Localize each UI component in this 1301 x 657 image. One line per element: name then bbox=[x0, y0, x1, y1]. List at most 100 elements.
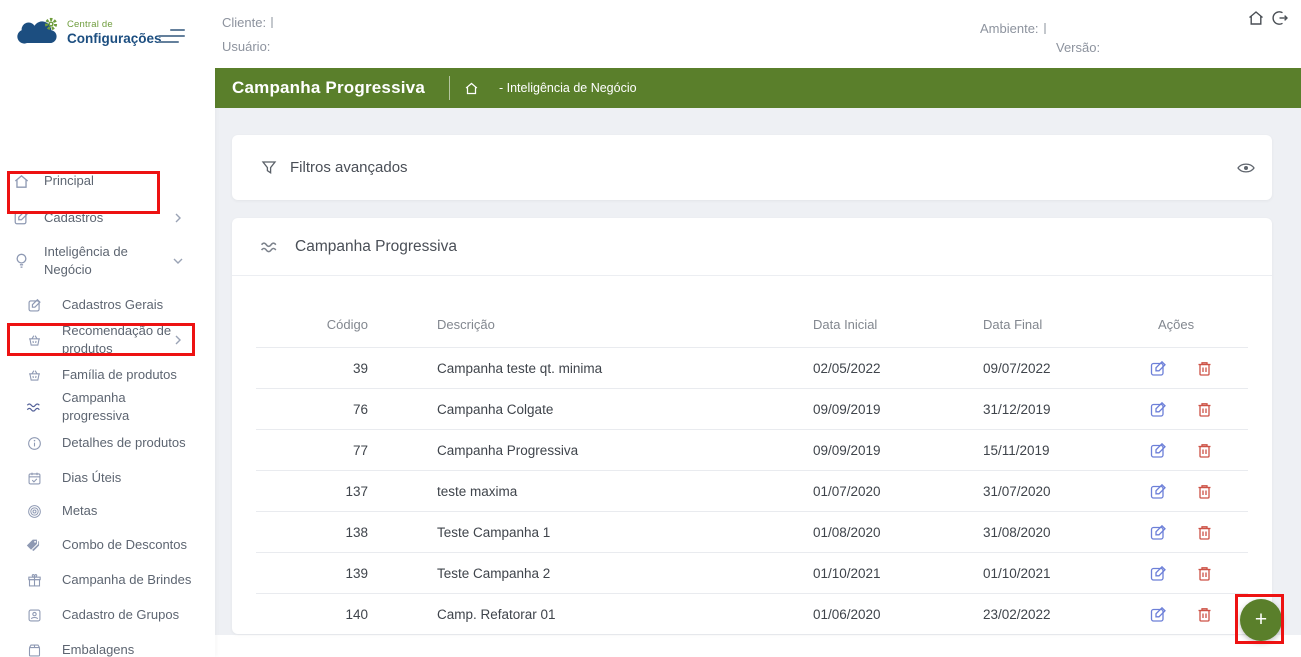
calendar-check-icon bbox=[26, 470, 42, 486]
table-row: 138 Teste Campanha 1 01/08/2020 31/08/20… bbox=[256, 511, 1248, 552]
trash-icon[interactable] bbox=[1196, 606, 1213, 623]
logout-icon[interactable] bbox=[1271, 9, 1289, 27]
sidebar-item-label: Família de produtos bbox=[62, 366, 194, 384]
cell-data-inicial: 09/09/2019 bbox=[813, 443, 983, 458]
gift-icon bbox=[26, 572, 42, 588]
sidebar-item-cadastros-gerais[interactable]: Cadastros Gerais bbox=[0, 295, 215, 315]
sidebar-item-label: Detalhes de produtos bbox=[62, 434, 194, 452]
sidebar-item-label: Cadastro de Grupos bbox=[62, 606, 194, 624]
cell-codigo: 139 bbox=[256, 566, 368, 581]
cell-data-inicial: 01/06/2020 bbox=[813, 607, 983, 622]
topbar: Central de Configurações Cliente: Usuári… bbox=[0, 0, 1301, 68]
chevron-right-icon bbox=[172, 212, 184, 224]
cell-descricao: Campanha Progressiva bbox=[368, 443, 813, 458]
page-header: Campanha Progressiva - Inteligência de N… bbox=[215, 68, 1301, 108]
column-header-descricao: Descrição bbox=[368, 317, 813, 332]
edit-icon[interactable] bbox=[1150, 524, 1167, 541]
cell-data-final: 09/07/2022 bbox=[983, 361, 1150, 376]
sidebar-item-label: Campanha de Brindes bbox=[62, 571, 194, 589]
trash-icon[interactable] bbox=[1196, 524, 1213, 541]
sidebar-item-embalagens[interactable]: Embalagens bbox=[0, 640, 215, 657]
breadcrumb-home-icon[interactable] bbox=[464, 81, 479, 96]
card-title: Campanha Progressiva bbox=[295, 238, 457, 256]
cell-codigo: 138 bbox=[256, 525, 368, 540]
column-header-codigo: Código bbox=[256, 317, 368, 332]
sidebar-item-label: Combo de Descontos bbox=[62, 536, 194, 554]
sidebar-item-label: Principal bbox=[44, 172, 170, 190]
sidebar-item-campanha-de-brindes[interactable]: Campanha de Brindes bbox=[0, 570, 215, 590]
groups-icon bbox=[26, 607, 42, 623]
sidebar-item-principal[interactable]: Principal bbox=[0, 171, 215, 191]
edit-icon[interactable] bbox=[1150, 483, 1167, 500]
cell-data-final: 31/07/2020 bbox=[983, 484, 1150, 499]
cell-data-final: 23/02/2022 bbox=[983, 607, 1150, 622]
sidebar-item-label: Inteligência de Negócio bbox=[44, 243, 170, 278]
advanced-filters-panel[interactable]: Filtros avançados bbox=[232, 135, 1272, 200]
column-header-acoes: Ações bbox=[1150, 317, 1245, 332]
lightbulb-icon bbox=[12, 252, 30, 270]
sidebar-item-dias-uteis[interactable]: Dias Úteis bbox=[0, 468, 215, 488]
content-area: Filtros avançados Campanha Progressiva C… bbox=[215, 108, 1301, 635]
sidebar-item-cadastros[interactable]: Cadastros bbox=[0, 208, 215, 228]
sidebar-item-familia-de-produtos[interactable]: Família de produtos bbox=[0, 365, 215, 385]
cell-data-inicial: 02/05/2022 bbox=[813, 361, 983, 376]
sidebar: Principal Cadastros Inteligência de Negó… bbox=[0, 68, 215, 657]
cell-descricao: teste maxima bbox=[368, 484, 813, 499]
chevron-right-icon bbox=[172, 334, 184, 346]
filter-funnel-icon bbox=[261, 160, 277, 176]
sidebar-item-detalhes-de-produtos[interactable]: Detalhes de produtos bbox=[0, 433, 215, 453]
cell-descricao: Campanha teste qt. minima bbox=[368, 361, 813, 376]
usuario-field: Usuário: bbox=[222, 39, 270, 54]
cell-data-inicial: 01/08/2020 bbox=[813, 525, 983, 540]
trash-icon[interactable] bbox=[1196, 360, 1213, 377]
edit-note-icon bbox=[26, 297, 42, 313]
chevron-down-icon bbox=[172, 255, 184, 267]
trash-icon[interactable] bbox=[1196, 442, 1213, 459]
basket-icon bbox=[26, 332, 42, 348]
sidebar-item-combo-de-descontos[interactable]: Combo de Descontos bbox=[0, 535, 215, 555]
cell-data-final: 15/11/2019 bbox=[983, 443, 1150, 458]
edit-icon[interactable] bbox=[1150, 565, 1167, 582]
edit-note-icon bbox=[12, 209, 30, 227]
waves-icon bbox=[26, 399, 42, 415]
central-de-configuracoes-app: Central de Configurações Cliente: Usuári… bbox=[0, 0, 1301, 657]
cliente-field: Cliente: bbox=[222, 15, 273, 30]
header-divider bbox=[449, 76, 450, 100]
edit-icon[interactable] bbox=[1150, 606, 1167, 623]
sidebar-item-label: Campanha progressiva bbox=[62, 389, 194, 424]
cell-data-inicial: 09/09/2019 bbox=[813, 402, 983, 417]
sidebar-item-inteligencia-de-negocio[interactable]: Inteligência de Negócio bbox=[0, 240, 215, 282]
filters-title: Filtros avançados bbox=[290, 159, 408, 176]
sidebar-item-label: Cadastros Gerais bbox=[62, 296, 194, 314]
sidebar-item-campanha-progressiva[interactable]: Campanha progressiva bbox=[0, 397, 215, 417]
trash-icon[interactable] bbox=[1196, 483, 1213, 500]
table-row: 139 Teste Campanha 2 01/10/2021 01/10/20… bbox=[256, 552, 1248, 593]
sidebar-item-cadastro-de-grupos[interactable]: Cadastro de Grupos bbox=[0, 605, 215, 625]
package-icon bbox=[26, 642, 42, 657]
trash-icon[interactable] bbox=[1196, 565, 1213, 582]
edit-icon[interactable] bbox=[1150, 442, 1167, 459]
table-row: 77 Campanha Progressiva 09/09/2019 15/11… bbox=[256, 429, 1248, 470]
cell-codigo: 140 bbox=[256, 607, 368, 622]
sidebar-item-recomendacao-de-produtos[interactable]: Recomendação de produtos bbox=[0, 323, 215, 357]
sidebar-item-metas[interactable]: Metas bbox=[0, 501, 215, 521]
app-logo: Central de Configurações bbox=[14, 16, 162, 48]
cell-descricao: Teste Campanha 2 bbox=[368, 566, 813, 581]
trash-icon[interactable] bbox=[1196, 401, 1213, 418]
eye-icon[interactable] bbox=[1236, 161, 1256, 175]
add-campaign-button[interactable]: + bbox=[1240, 599, 1282, 641]
cell-codigo: 77 bbox=[256, 443, 368, 458]
edit-icon[interactable] bbox=[1150, 360, 1167, 377]
usuario-label: Usuário: bbox=[222, 39, 270, 54]
sidebar-toggle-button[interactable] bbox=[158, 29, 186, 45]
home-icon bbox=[12, 172, 30, 190]
sidebar-item-label: Embalagens bbox=[62, 641, 194, 657]
edit-icon[interactable] bbox=[1150, 401, 1167, 418]
breadcrumb: - Inteligência de Negócio bbox=[499, 81, 637, 95]
cell-codigo: 137 bbox=[256, 484, 368, 499]
sidebar-item-label: Cadastros bbox=[44, 209, 170, 227]
home-icon[interactable] bbox=[1247, 9, 1265, 27]
versao-field: Versão: bbox=[1056, 40, 1100, 55]
logo-line1: Central de bbox=[67, 19, 162, 30]
ambiente-field: Ambiente: bbox=[980, 21, 1046, 36]
